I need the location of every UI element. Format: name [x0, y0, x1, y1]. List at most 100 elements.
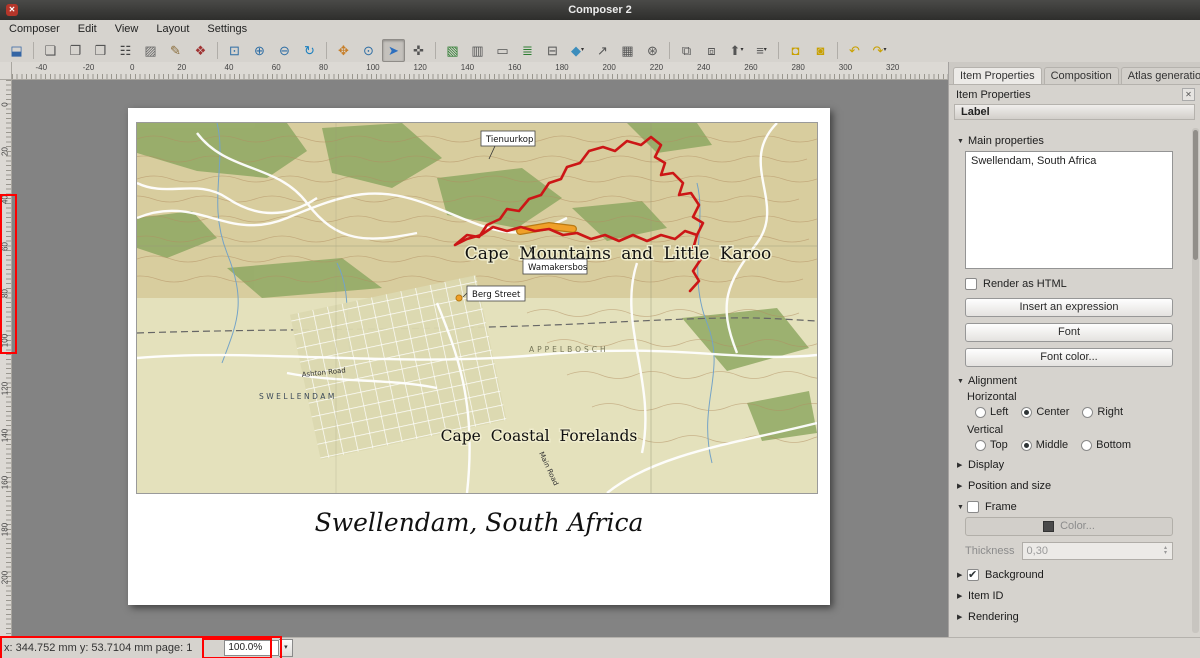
frame-color-button[interactable]: Color...	[965, 517, 1173, 536]
ruler-mark: 40	[1, 191, 10, 207]
add-new-scalebar-icon[interactable]: ⊟	[541, 39, 564, 62]
toolbar-separator	[837, 42, 838, 59]
raise-selected-items-icon[interactable]: ⬆▾	[725, 39, 748, 62]
section-alignment[interactable]: Alignment	[957, 373, 1187, 389]
ruler-mark: 300	[839, 63, 852, 72]
duplicate-composer-icon[interactable]: ❐	[64, 39, 87, 62]
radio-bottom[interactable]: Bottom	[1081, 439, 1131, 451]
redo-icon[interactable]: ↷▾	[868, 39, 891, 62]
thickness-row: Thickness 0,30	[965, 542, 1173, 560]
pan-icon[interactable]: ✥	[332, 39, 355, 62]
section-rendering[interactable]: Rendering	[957, 609, 1187, 625]
section-frame[interactable]: Frame	[957, 499, 1187, 515]
radio-circle-icon	[1082, 407, 1093, 418]
radio-circle-icon	[1021, 407, 1032, 418]
menu-view[interactable]: View	[106, 21, 148, 37]
select-move-item-icon[interactable]: ➤	[382, 39, 405, 62]
section-display[interactable]: Display	[957, 457, 1187, 473]
unlock-all-items-icon[interactable]: ◙	[809, 39, 832, 62]
horizontal-alignment-group: Left Center Right	[975, 406, 1191, 418]
zoom-combo: 100.0%	[224, 639, 293, 657]
radio-center[interactable]: Center	[1021, 406, 1069, 418]
group-items-icon[interactable]: ⧉	[675, 39, 698, 62]
add-new-label-icon[interactable]: ▭	[491, 39, 514, 62]
toolbar-separator	[778, 42, 779, 59]
add-arrow-icon[interactable]: ↗	[591, 39, 614, 62]
composer-manager-icon[interactable]: ❒	[89, 39, 112, 62]
font-button[interactable]: Font	[965, 323, 1173, 342]
background-checkbox[interactable]	[967, 569, 979, 581]
menu-composer[interactable]: Composer	[0, 21, 69, 37]
move-item-content-icon[interactable]: ✜	[407, 39, 430, 62]
zoom-in-icon[interactable]: ⊕	[248, 39, 271, 62]
tab-item-properties[interactable]: Item Properties	[953, 67, 1042, 84]
radio-right[interactable]: Right	[1082, 406, 1123, 418]
label-text-input[interactable]: Swellendam, South Africa	[965, 151, 1173, 269]
export-as-svg-icon[interactable]: ✎	[164, 39, 187, 62]
frame-checkbox[interactable]	[967, 501, 979, 513]
zoom-input[interactable]: 100.0%	[224, 640, 279, 656]
composition-canvas[interactable]: SWELLENDAM Ashton Road Main Road APPELBO…	[12, 80, 948, 637]
ruler-mark: 180	[555, 63, 568, 72]
section-item-id[interactable]: Item ID	[957, 588, 1187, 604]
print-icon[interactable]: ☷	[114, 39, 137, 62]
ruler-mark: 320	[886, 63, 899, 72]
add-basic-shape-icon[interactable]: ◆▾	[566, 39, 589, 62]
panel-scrollbar[interactable]	[1192, 128, 1199, 633]
add-html-frame-icon[interactable]: ⊛	[641, 39, 664, 62]
horizontal-label: Horizontal	[967, 391, 1191, 403]
window-close-icon[interactable]	[6, 4, 18, 16]
thickness-spinner[interactable]: 0,30	[1022, 542, 1173, 560]
menubar: ComposerEditViewLayoutSettings	[0, 20, 1200, 39]
section-main-properties[interactable]: Main properties	[957, 133, 1187, 149]
scrollbar-thumb[interactable]	[1193, 130, 1198, 260]
tab-composition[interactable]: Composition	[1044, 67, 1119, 84]
add-image-icon[interactable]: ▥	[466, 39, 489, 62]
radio-left[interactable]: Left	[975, 406, 1008, 418]
zoom-dropdown-icon[interactable]	[279, 639, 293, 657]
ungroup-items-icon[interactable]: ⧈	[700, 39, 723, 62]
section-position-size[interactable]: Position and size	[957, 478, 1187, 494]
vertical-alignment-group: Top Middle Bottom	[975, 439, 1191, 451]
save-project-icon[interactable]: ⬓	[5, 39, 28, 62]
zoom-out-icon[interactable]: ⊖	[273, 39, 296, 62]
export-as-image-icon[interactable]: ▨	[139, 39, 162, 62]
menu-layout[interactable]: Layout	[147, 21, 198, 37]
tab-atlas-generation[interactable]: Atlas generation	[1121, 67, 1200, 84]
color-swatch-icon	[1043, 521, 1054, 532]
ruler-mark: 100	[1, 333, 10, 349]
add-new-legend-icon[interactable]: ≣	[516, 39, 539, 62]
dropdown-arrow-icon: ▾	[740, 47, 743, 53]
zoom-tool-icon[interactable]: ⊙	[357, 39, 380, 62]
font-color-button[interactable]: Font color...	[965, 348, 1173, 367]
menu-settings[interactable]: Settings	[198, 21, 256, 37]
menu-edit[interactable]: Edit	[69, 21, 106, 37]
label-item[interactable]: Swellendam, South Africa	[128, 508, 830, 537]
ruler-mark: 180	[1, 522, 10, 538]
radio-top[interactable]: Top	[975, 439, 1008, 451]
radio-circle-icon	[1021, 440, 1032, 451]
section-background[interactable]: Background	[957, 567, 1187, 583]
new-composer-icon[interactable]: ❏	[39, 39, 62, 62]
toolbar-separator	[669, 42, 670, 59]
refresh-view-icon[interactable]: ↻	[298, 39, 321, 62]
add-attribute-table-icon[interactable]: ▦	[616, 39, 639, 62]
lock-selected-items-icon[interactable]: ◘	[784, 39, 807, 62]
add-new-map-icon[interactable]: ▧	[441, 39, 464, 62]
undo-icon[interactable]: ↶	[843, 39, 866, 62]
insert-expression-button[interactable]: Insert an expression	[965, 298, 1173, 317]
export-as-pdf-icon[interactable]: ❖	[189, 39, 212, 62]
title-bar: Composer 2	[0, 0, 1200, 20]
page[interactable]: SWELLENDAM Ashton Road Main Road APPELBO…	[128, 108, 830, 605]
panel-close-icon[interactable]	[1182, 88, 1195, 101]
spinner-arrows-icon[interactable]	[1159, 546, 1172, 556]
zoom-full-icon[interactable]: ⊡	[223, 39, 246, 62]
map-item[interactable]: SWELLENDAM Ashton Road Main Road APPELBO…	[136, 122, 818, 494]
ruler-mark: 80	[1, 286, 10, 302]
ruler-mark: 140	[461, 63, 474, 72]
render-as-html-checkbox[interactable]	[965, 278, 977, 290]
ruler-mark: 100	[366, 63, 379, 72]
align-selected-items-icon[interactable]: ≡▾	[750, 39, 773, 62]
radio-middle[interactable]: Middle	[1021, 439, 1068, 451]
callout-berg-street: Berg Street	[472, 290, 521, 300]
